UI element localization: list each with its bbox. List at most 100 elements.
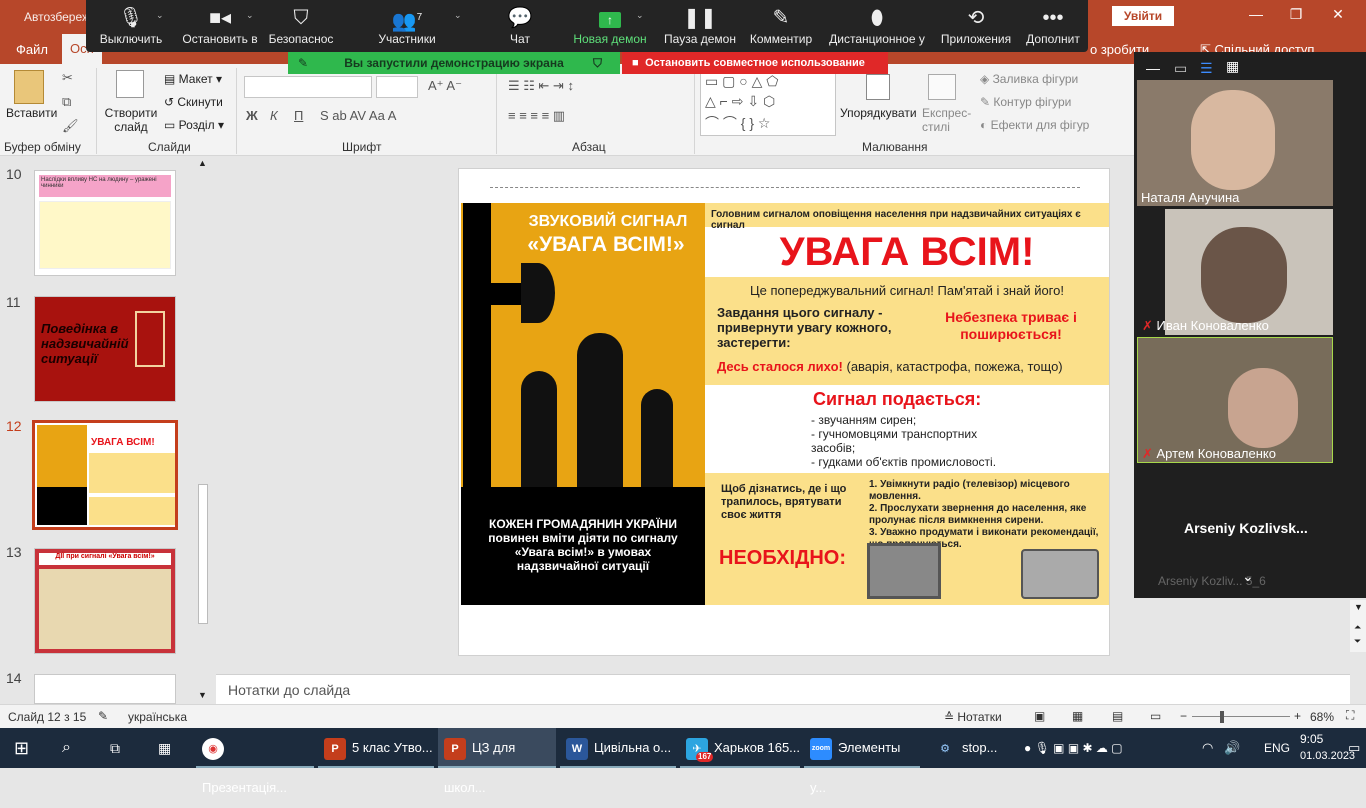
font-grow-icon[interactable]: A⁺ A⁻ [428, 78, 462, 94]
close-icon[interactable]: ✕ [1318, 6, 1358, 23]
apps-button[interactable]: ⟲ Приложения [938, 4, 1014, 46]
shape-gallery[interactable]: ▭ ▢ ○ △ ⬠ △ ⌐ ⇨ ⇩ ⬡ ⌒ ⌒ { } ☆ [700, 70, 836, 136]
more-button[interactable]: ••• Дополнит [1020, 4, 1086, 46]
language[interactable]: українська [128, 710, 187, 724]
zoom-level[interactable]: 68% [1310, 710, 1334, 724]
view-strip-icon[interactable]: ☰ [1200, 60, 1213, 77]
font-name-input[interactable] [244, 76, 372, 98]
font-size-input[interactable] [376, 76, 418, 98]
zoom-in-icon[interactable]: + [1294, 709, 1301, 723]
taskbar-item[interactable]: zoom Элементы у... [804, 728, 920, 795]
sorter-view-icon[interactable]: ▦ [1072, 709, 1083, 723]
slide-thumbnail-10[interactable]: Наслідки впливу НС на людину – уражені ч… [34, 170, 176, 276]
spellcheck-icon[interactable]: ✎ [98, 709, 108, 723]
shape-outline-button[interactable]: ✎ Контур фігури [980, 95, 1071, 109]
notifications-icon[interactable]: ▭ [1348, 728, 1360, 768]
clock-time[interactable]: 9:05 [1300, 732, 1323, 746]
shape-effects-button[interactable]: ◐ Ефекти для фігур [980, 118, 1089, 132]
notes-toggle[interactable]: ≙ Нотатки [944, 710, 1002, 724]
section-button[interactable]: ▭ Розділ ▾ [164, 118, 224, 132]
scroll-down-icon[interactable]: ▼ [1354, 602, 1363, 612]
font-effects-icons[interactable]: S ab AV Aa A [320, 108, 396, 123]
reading-view-icon[interactable]: ▤ [1112, 709, 1123, 723]
minimize-icon[interactable]: — [1236, 6, 1276, 22]
taskbar-item[interactable]: ⚙ stop... [928, 728, 1018, 768]
prev-slide-icon[interactable]: ⏶ [1354, 622, 1361, 633]
next-slide-icon[interactable]: ⏷ [1354, 636, 1361, 647]
scrollbar-thumb[interactable] [198, 484, 208, 624]
view-single-icon[interactable]: ▭ [1174, 60, 1187, 77]
tray-icons[interactable]: ● 🎙 ▣ ▣ ✱ ☁ ▢ [1024, 728, 1123, 768]
copy-icon[interactable]: ⧉ [62, 94, 71, 110]
new-slide-icon[interactable] [116, 70, 144, 98]
zoom-slider[interactable] [1192, 716, 1290, 717]
slideshow-icon[interactable]: ▭ [1150, 709, 1161, 723]
wifi-icon[interactable]: ◠ [1202, 728, 1213, 768]
underline-button[interactable]: П [294, 108, 303, 123]
scroll-up-icon[interactable]: ▲ [198, 158, 207, 168]
chevron-down-icon[interactable]: ⌄ [156, 10, 164, 21]
notes-pane[interactable]: Нотатки до слайда [216, 674, 1350, 704]
zoom-out-icon[interactable]: − [1180, 709, 1187, 723]
restore-icon[interactable]: ❐ [1276, 6, 1316, 23]
slide-thumbnail-14[interactable] [34, 674, 176, 704]
participants-button[interactable]: 👥7 Участники [372, 4, 442, 46]
task-view-icon[interactable]: ⧉ [110, 728, 120, 768]
fit-slide-icon[interactable]: ⛶ [1346, 708, 1354, 723]
arrange-icon[interactable] [866, 74, 890, 100]
remote-control-button[interactable]: ⬮ Дистанционное у [824, 4, 930, 46]
input-language[interactable]: ENG [1264, 728, 1290, 768]
chevron-down-icon[interactable]: ⌄ [454, 10, 462, 21]
minimize-panel-icon[interactable]: — [1146, 60, 1160, 76]
zoom-slider-thumb[interactable] [1220, 711, 1224, 723]
new-slide-button[interactable]: Створити слайд [104, 106, 158, 134]
tab-file[interactable]: Файл [16, 42, 48, 57]
editor-scrollbar[interactable]: ▼ ⏶ ⏷ [1350, 600, 1366, 652]
pause-share-button[interactable]: ❚❚ Пауза демон [660, 4, 740, 46]
security-button[interactable]: ⛉ Безопаснос [266, 4, 336, 46]
chevron-down-icon[interactable]: ⌄ [1242, 568, 1254, 585]
taskbar-item[interactable]: P5 клас Утво... [318, 728, 434, 768]
taskbar-item[interactable]: ✈ 167 Харьков 165... [680, 728, 800, 768]
participant-name-no-video[interactable]: Arseniy Kozlivsk... [1184, 520, 1308, 536]
windows-start-icon[interactable]: ⊞ [14, 728, 29, 768]
slide-thumbnail-11[interactable]: Поведінка в надзвичайній ситуації [34, 296, 176, 402]
paste-icon[interactable] [14, 70, 44, 104]
reset-button[interactable]: ↺ Скинути [164, 95, 223, 109]
paste-button[interactable]: Вставити [6, 106, 57, 120]
quick-styles-button[interactable]: Експрес-стилі [922, 106, 971, 134]
participant-video[interactable]: Наталя Анучина [1137, 80, 1333, 206]
chat-button[interactable]: 💬 Чат [490, 4, 550, 46]
cut-icon[interactable]: ✂ [62, 70, 73, 86]
normal-view-icon[interactable]: ▣ [1034, 709, 1045, 723]
bold-button[interactable]: Ж [246, 108, 258, 123]
taskbar-item[interactable]: W Цивільна о... [560, 728, 676, 768]
search-icon[interactable]: ⌕ [62, 728, 71, 768]
layout-button[interactable]: ▤ Макет ▾ [164, 72, 222, 86]
thumbnail-scrollbar[interactable]: ▲ ▼ [196, 158, 210, 702]
slide-canvas[interactable]: ЗВУКОВИЙ СИГНАЛ «УВАГА ВСІМ!» КОЖЕН ГРОМ… [458, 168, 1110, 656]
login-button[interactable]: Увійти [1112, 6, 1174, 26]
calculator-icon[interactable]: ▦ [158, 728, 171, 768]
volume-icon[interactable]: 🔊 [1224, 728, 1240, 768]
italic-button[interactable]: К [270, 108, 278, 123]
chevron-down-icon[interactable]: ⌄ [636, 10, 644, 21]
slide-thumbnail-13[interactable]: ДІЇ при сигналі «Увага всім!» [34, 548, 176, 654]
list-icons[interactable]: ☰ ☷ ⇤ ⇥ ↕ [508, 78, 574, 94]
stop-share-button[interactable]: ■ Остановить совместное использование [622, 52, 888, 74]
chevron-down-icon[interactable]: ⌄ [246, 10, 254, 21]
taskbar-item-active[interactable]: P ЦЗ для школ... [438, 728, 556, 795]
quick-styles-icon[interactable] [928, 74, 956, 100]
format-painter-icon[interactable]: 🖌 [62, 118, 79, 134]
arrange-button[interactable]: Упорядкувати [840, 106, 917, 120]
taskbar-item[interactable]: ◉Презентація... [196, 728, 314, 795]
annotate-button[interactable]: ✎ Комментир [744, 4, 818, 46]
scroll-down-icon[interactable]: ▼ [198, 690, 207, 700]
align-icons[interactable]: ≡ ≡ ≡ ≡ ▥ [508, 108, 565, 124]
participant-video-active[interactable] [1137, 337, 1333, 463]
shape-fill-button[interactable]: ◈ Заливка фігури [980, 72, 1078, 86]
view-gallery-icon[interactable]: ▦ [1226, 58, 1239, 75]
clock-date[interactable]: 01.03.2023 [1300, 750, 1355, 762]
slide-thumbnail-12[interactable]: УВАГА ВСІМ! [32, 420, 178, 530]
participant-video[interactable] [1165, 209, 1333, 335]
